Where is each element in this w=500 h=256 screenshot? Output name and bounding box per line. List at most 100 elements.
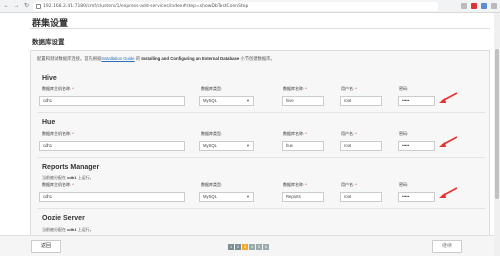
dbname-label-text: 数据库名称: [283,86,305,91]
note-suffix: 上运行。 [76,227,94,232]
required-mark: * [355,86,357,91]
page-info-icon[interactable] [36,3,41,9]
browser-toolbar: ← → ↻ 192.168.2.41:7180/cmf/clusters/1/e… [0,0,500,13]
type-label-text: 数据库类型: [201,131,223,136]
url-text: 192.168.2.41:7180/cmf/clusters/1/express… [43,3,249,9]
address-bar[interactable]: 192.168.2.41:7180/cmf/clusters/1/express… [33,1,438,11]
required-mark: * [305,182,307,187]
section-divider [37,208,485,209]
hive-type-select[interactable]: MySQL ▼ [199,96,254,106]
user-label-text: 用户名: [341,131,355,136]
type-label: 数据库类型: [201,182,222,188]
step-2: 2 [235,244,241,250]
password-label-text: 密码: [399,182,409,187]
step-1: 1 [228,244,234,250]
service-title-reports-manager: Reports Manager [42,164,100,171]
host-label: 数据库主机名称: * [42,182,74,188]
hive-dbname-input[interactable]: hive [282,96,324,106]
reload-icon[interactable]: ↻ [23,3,30,10]
database-settings-panel: 配置和测试数据库连接。首先根据Installation Guide 的 Inst… [30,50,490,236]
intro-bold: Installing and Configuring an External D… [141,56,240,61]
password-label: 密码: [399,182,408,188]
back-button[interactable]: 返回 [31,240,61,253]
service-title-oozie-server: Oozie Server [42,215,85,222]
type-label-text: 数据库类型: [201,86,223,91]
host-label: 数据库主机名称: * [42,131,74,137]
page-scrollbar[interactable] [494,13,500,256]
reports-password-input[interactable]: ••••• [398,192,435,202]
reports-type-select[interactable]: MySQL ▼ [199,192,254,202]
host-label-text: 数据库主机名称: [42,86,72,91]
step-6: 6 [263,244,269,250]
reports-type-value: MySQL [203,194,217,199]
reports-user-input[interactable]: root [340,192,382,202]
hue-type-select[interactable]: MySQL ▼ [199,141,254,151]
hive-type-value: MySQL [203,98,217,103]
service-title-hue: Hue [42,119,56,126]
hive-user-input[interactable]: root [340,96,382,106]
chevron-down-icon: ▼ [246,194,250,199]
scrollbar-thumb[interactable] [495,49,499,199]
user-label-text: 用户名: [341,86,355,91]
hive-host-input[interactable]: cdh1 [39,96,185,106]
user-label: 用户名: * [341,131,357,137]
back-nav-icon[interactable]: ← [3,3,10,10]
reports-manager-host-note: 当前被分配在 cdh1 上运行。 [42,175,94,181]
dbname-label: 数据库名称: * [283,182,307,188]
service-title-hive: Hive [42,75,57,82]
reports-dbname-input[interactable]: Reports [282,192,324,202]
hive-password-input[interactable]: ••••• [398,96,435,106]
section-divider [37,112,485,113]
dbname-label-text: 数据库名称: [283,182,305,187]
hue-user-input[interactable]: root [340,141,382,151]
dbname-label: 数据库名称: * [283,86,307,92]
required-mark: * [305,86,307,91]
hue-dbname-input[interactable]: hue [282,141,324,151]
note-prefix: 当前被分配在 [42,227,68,232]
reports-host-input[interactable]: cdh1 [39,192,185,202]
hue-host-input[interactable]: cdh1 [39,141,185,151]
password-label-text: 密码: [399,131,409,136]
section-title: 数据库设置 [32,39,65,46]
continue-button[interactable]: 继续 [432,240,462,253]
chevron-down-icon: ▼ [246,98,250,103]
step-5: 5 [256,244,262,250]
host-label-text: 数据库主机名称: [42,131,72,136]
hue-password-input[interactable]: ••••• [398,141,435,151]
required-mark: * [72,131,74,136]
red-arrow-annotation-icon [439,92,458,103]
red-arrow-annotation-icon [439,187,458,198]
hue-type-value: MySQL [203,143,217,148]
step-4: 4 [249,244,255,250]
oozie-host-note: 当前被分配在 cdh1 上运行。 [42,227,94,233]
note-prefix: 当前被分配在 [42,175,68,180]
dbname-label-text: 数据库名称: [283,131,305,136]
wizard-footer: 返回 1 2 3 4 5 6 继续 [0,235,494,256]
intro-suffix: 小节创建数据库。 [239,56,275,61]
bookmark-star-icon[interactable] [461,3,467,9]
type-label-text: 数据库类型: [201,182,223,187]
menu-icon[interactable] [491,3,497,9]
chevron-down-icon: ▼ [246,143,250,148]
password-label-text: 密码: [399,86,409,91]
red-arrow-annotation-icon [439,136,458,147]
type-label: 数据库类型: [201,86,222,92]
user-label: 用户名: * [341,182,357,188]
password-label: 密码: [399,131,408,137]
title-divider [30,28,490,29]
required-mark: * [72,182,74,187]
section-divider [37,157,485,158]
step-3: 3 [242,244,248,250]
extension-icon-2[interactable] [481,3,487,9]
host-label-text: 数据库主机名称: [42,182,72,187]
required-mark: * [72,86,74,91]
intro-prefix: 配置和测试数据库连接。首先根据 [37,56,102,61]
required-mark: * [305,131,307,136]
required-mark: * [355,131,357,136]
wizard-step-indicator: 1 2 3 4 5 6 [228,244,269,250]
forward-nav-icon[interactable]: → [13,3,20,10]
type-label: 数据库类型: [201,131,222,137]
user-label: 用户名: * [341,86,357,92]
installation-guide-link[interactable]: Installation Guide [101,56,134,61]
extension-icon[interactable] [471,3,477,9]
